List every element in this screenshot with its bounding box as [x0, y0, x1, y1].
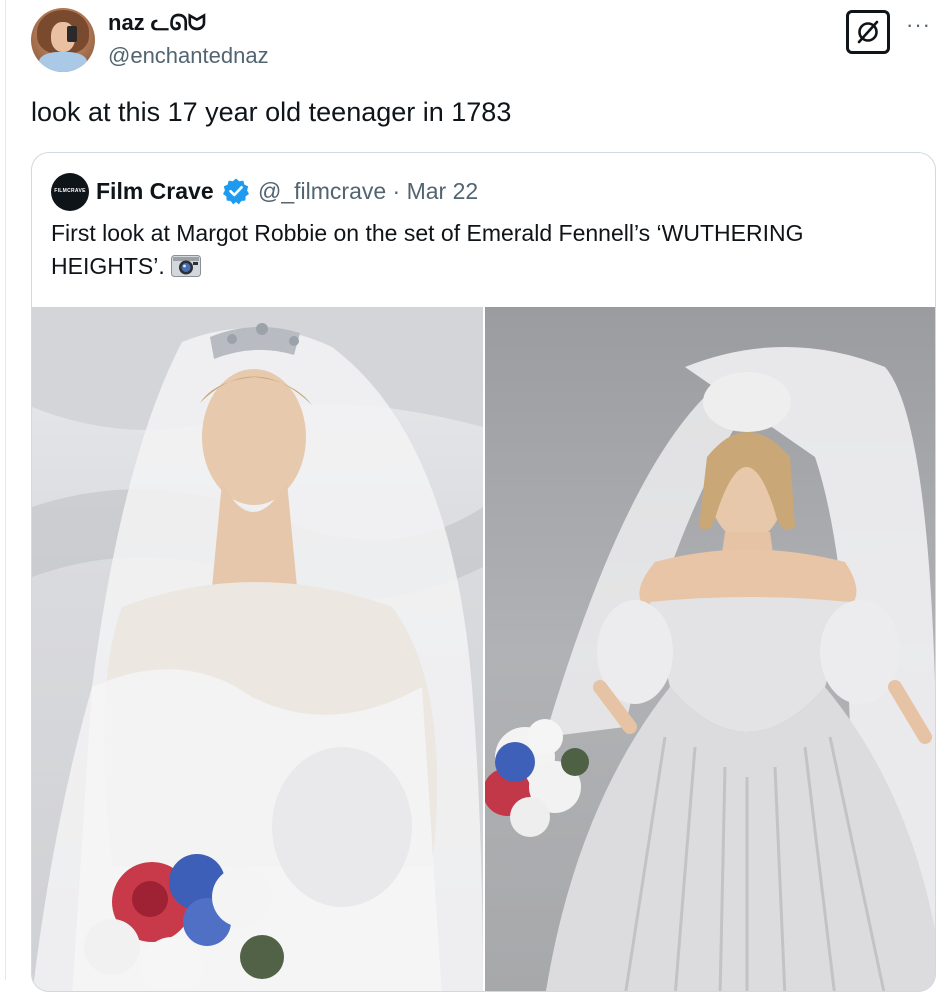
quoted-author-name[interactable]: Film Crave	[96, 177, 214, 205]
timeline-border	[5, 0, 6, 980]
quoted-avatar-logo: FILMCRAVE	[54, 188, 86, 194]
photo-grid	[32, 307, 935, 991]
quoted-handle-date: @_filmcrave · Mar 22	[258, 177, 478, 205]
photo-bride-veil-closeup[interactable]	[32, 307, 483, 991]
photo-left-drawing	[32, 307, 483, 991]
avatar-phone	[67, 26, 77, 42]
photo-bride-full-gown[interactable]	[485, 307, 935, 991]
quoted-tweet[interactable]: FILMCRAVE Film Crave @_filmcrave · Mar 2…	[31, 152, 936, 992]
photo-right-drawing	[485, 347, 935, 991]
quoted-text-body: First look at Margot Robbie on the set o…	[51, 220, 804, 279]
grok-slash-icon	[857, 20, 879, 44]
avatar[interactable]	[31, 8, 95, 72]
grok-button[interactable]	[846, 10, 890, 54]
quoted-avatar[interactable]: FILMCRAVE	[51, 173, 89, 211]
author-handle[interactable]: @enchantednaz	[108, 42, 269, 70]
tweet-text: look at this 17 year old teenager in 178…	[31, 97, 512, 127]
verified-badge-icon	[223, 178, 249, 205]
avatar-shirt	[39, 52, 87, 72]
quoted-date[interactable]: Mar 22	[407, 178, 479, 204]
author-name[interactable]: naz ᓚᘏᗢ	[108, 9, 206, 37]
camera-icon	[170, 255, 201, 277]
more-dots-icon[interactable]: ···	[906, 14, 931, 36]
separator: ·	[392, 178, 401, 204]
quoted-author-handle[interactable]: @_filmcrave	[258, 178, 386, 204]
quoted-text: First look at Margot Robbie on the set o…	[51, 217, 911, 283]
